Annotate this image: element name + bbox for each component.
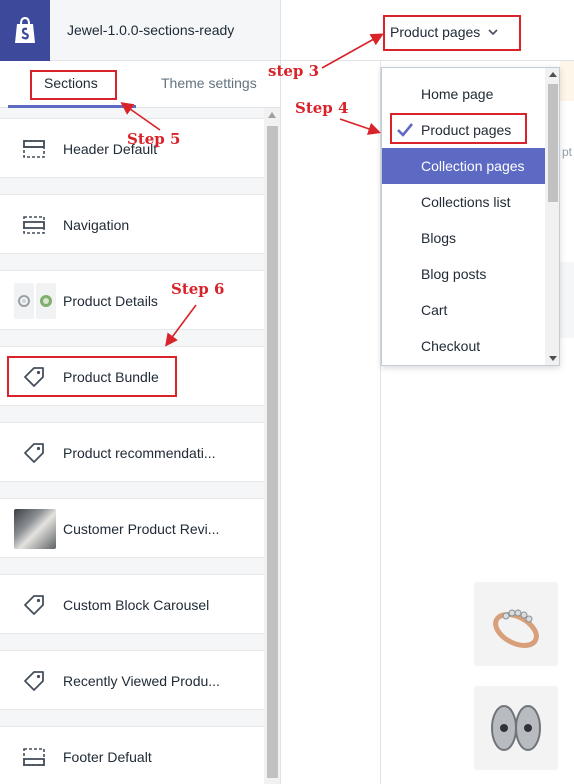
sections-scrollbar[interactable]: [264, 108, 280, 784]
header-layout-icon: [23, 140, 45, 158]
dropdown-option-collection-pages[interactable]: Collection pages: [382, 148, 545, 184]
product-image-earrings[interactable]: [474, 686, 558, 770]
dropdown-option-collections-list[interactable]: Collections list: [382, 184, 545, 220]
annotation-step-3: step 3: [268, 62, 320, 80]
tab-sections[interactable]: Sections: [44, 75, 98, 91]
panel-tabs: Sections Theme settings: [0, 61, 280, 108]
scroll-down-icon[interactable]: [549, 356, 557, 361]
product-thumbnails: [14, 283, 56, 319]
page-type-label: Product pages: [390, 24, 481, 40]
section-item-customer-reviews[interactable]: Customer Product Revi...: [0, 498, 264, 558]
sections-list: Header Default Navigation Product Detail…: [0, 108, 264, 784]
section-item-footer[interactable]: Footer Defualt: [0, 726, 264, 784]
section-label: Recently Viewed Produ...: [63, 673, 220, 689]
scroll-thumb[interactable]: [267, 126, 278, 778]
dropdown-option-checkout[interactable]: Checkout: [382, 328, 545, 364]
footer-layout-icon: [23, 748, 45, 766]
preview-block: [560, 262, 574, 338]
section-label: Product recommendati...: [63, 445, 216, 461]
dropdown-option-product-pages[interactable]: Product pages: [382, 112, 545, 148]
navigation-layout-icon: [23, 216, 45, 234]
left-panel: Jewel-1.0.0-sections-ready Sections Them…: [0, 0, 280, 784]
scroll-up-icon[interactable]: [268, 112, 276, 118]
section-label: Footer Defualt: [63, 749, 152, 765]
section-item-recently-viewed[interactable]: Recently Viewed Produ...: [0, 650, 264, 710]
tag-icon: [24, 443, 44, 463]
scroll-up-icon[interactable]: [549, 72, 557, 77]
page-type-dropdown: Home page Product pages Collection pages…: [381, 67, 560, 366]
section-label: Product Details: [63, 293, 158, 309]
shopify-bag-icon[interactable]: [0, 0, 50, 61]
page-type-select[interactable]: Product pages: [384, 14, 521, 50]
annotation-step-6: Step 6: [171, 280, 225, 298]
photo-thumbnail: [14, 509, 56, 549]
dropdown-option-blog-posts[interactable]: Blog posts: [382, 256, 545, 292]
store-name: Jewel-1.0.0-sections-ready: [67, 22, 235, 38]
tab-theme-settings[interactable]: Theme settings: [161, 75, 257, 91]
preview-banner: [560, 61, 574, 101]
section-label: Product Bundle: [63, 369, 159, 385]
product-image-ring[interactable]: [474, 582, 558, 666]
dropdown-scrollbar[interactable]: [545, 68, 559, 365]
section-label: Customer Product Revi...: [63, 521, 220, 537]
tag-icon: [24, 367, 44, 387]
chevron-down-icon: [488, 29, 498, 36]
dropdown-option-home-page[interactable]: Home page: [382, 76, 545, 112]
dropdown-option-blogs[interactable]: Blogs: [382, 220, 545, 256]
section-item-product-details[interactable]: Product Details: [0, 270, 264, 330]
section-item-product-recommendations[interactable]: Product recommendati...: [0, 422, 264, 482]
preview-toolbar: Product pages: [281, 0, 574, 61]
tag-icon: [24, 671, 44, 691]
dropdown-option-label: Product pages: [421, 122, 512, 138]
section-item-product-bundle[interactable]: Product Bundle: [0, 346, 264, 406]
section-label: Navigation: [63, 217, 130, 233]
section-item-navigation[interactable]: Navigation: [0, 194, 264, 254]
dropdown-scroll-thumb[interactable]: [548, 84, 558, 202]
section-label: Custom Block Carousel: [63, 597, 210, 613]
tag-icon: [24, 595, 44, 615]
checkmark-icon: [397, 123, 414, 137]
section-item-custom-block-carousel[interactable]: Custom Block Carousel: [0, 574, 264, 634]
annotation-step-5: Step 5: [127, 130, 181, 148]
preview-text: pt: [562, 145, 573, 159]
section-item-header[interactable]: Header Default: [0, 118, 264, 178]
annotation-step-4: Step 4: [295, 99, 349, 117]
store-header: Jewel-1.0.0-sections-ready: [0, 0, 280, 61]
dropdown-option-cart[interactable]: Cart: [382, 292, 545, 328]
